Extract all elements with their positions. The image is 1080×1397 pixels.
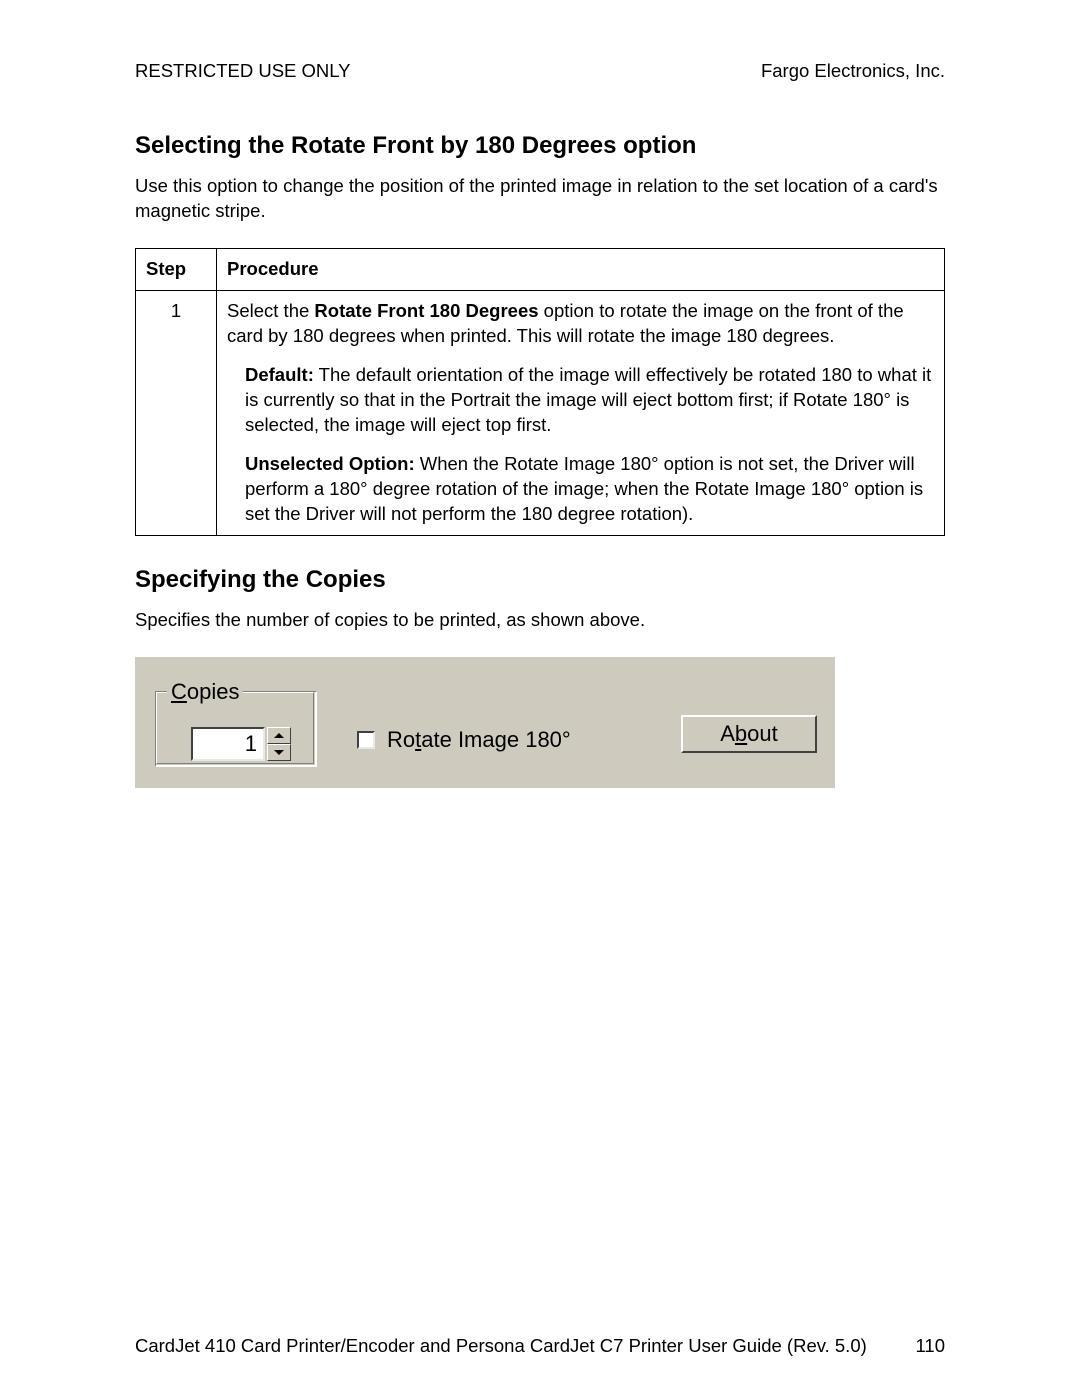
copies-legend-rest: opies — [187, 679, 240, 704]
chevron-down-icon — [274, 750, 284, 755]
rotate-image-label: Rotate Image 180° — [387, 727, 571, 753]
p1-bold: Rotate Front 180 Degrees — [314, 300, 538, 321]
rotate-image-option[interactable]: Rotate Image 180° — [357, 727, 571, 753]
about-pre: A — [720, 721, 735, 747]
printer-dialog-fragment: Copies Rotate Image 180° — [135, 657, 835, 788]
p2-text: The default orientation of the image wil… — [245, 364, 931, 435]
p1-pre: Select the — [227, 300, 314, 321]
copies-groupbox: Copies — [155, 679, 315, 765]
page-number: 110 — [916, 1335, 946, 1357]
p3-bold: Unselected Option: — [245, 453, 415, 474]
about-button[interactable]: About — [681, 715, 817, 753]
copies-legend-u: C — [171, 679, 187, 704]
footer-left: CardJet 410 Card Printer/Encoder and Per… — [135, 1335, 867, 1357]
section2-title: Specifying the Copies — [135, 566, 945, 594]
copies-legend: Copies — [167, 679, 243, 705]
section2-intro: Specifies the number of copies to be pri… — [135, 608, 945, 633]
header-left: RESTRICTED USE ONLY — [135, 60, 351, 82]
col-step: Step — [136, 248, 217, 290]
table-row: 1 Select the Rotate Front 180 Degrees op… — [136, 290, 945, 535]
step-number: 1 — [136, 290, 217, 535]
copies-input[interactable] — [191, 727, 265, 761]
copies-spin-down[interactable] — [267, 744, 291, 761]
col-procedure: Procedure — [217, 248, 945, 290]
chevron-up-icon — [274, 733, 284, 738]
about-u: b — [735, 721, 747, 747]
header-right: Fargo Electronics, Inc. — [761, 60, 945, 82]
section1-intro: Use this option to change the position o… — [135, 174, 945, 224]
p2-bold: Default: — [245, 364, 314, 385]
procedure-table: Step Procedure 1 Select the Rotate Front… — [135, 248, 945, 536]
rotate-image-checkbox[interactable] — [357, 731, 375, 749]
copies-spin-up[interactable] — [267, 727, 291, 744]
procedure-cell: Select the Rotate Front 180 Degrees opti… — [217, 290, 945, 535]
rotate-pre: Ro — [387, 727, 415, 752]
about-post: out — [747, 721, 778, 747]
section1-title: Selecting the Rotate Front by 180 Degree… — [135, 132, 945, 160]
rotate-post: ate Image 180° — [421, 727, 570, 752]
